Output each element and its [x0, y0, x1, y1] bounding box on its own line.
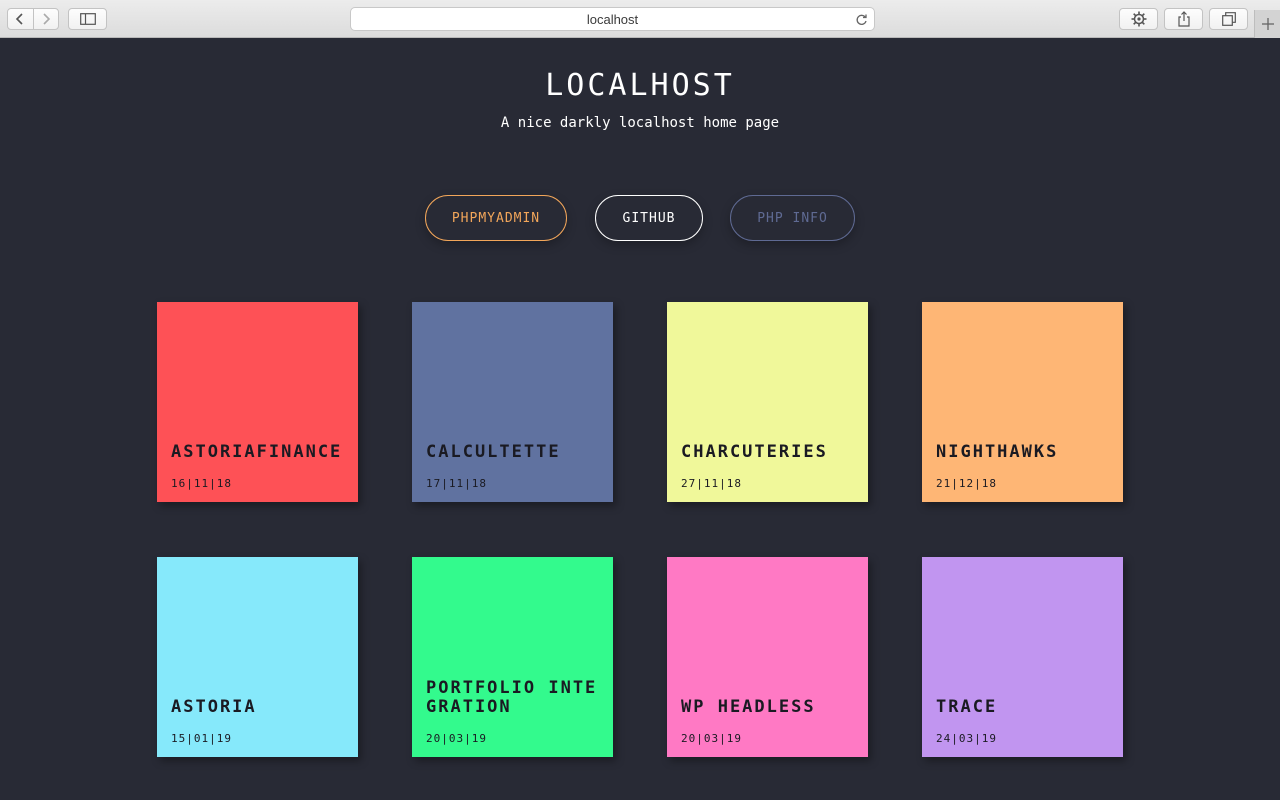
page-subtitle: A nice darkly localhost home page	[500, 115, 780, 131]
project-card-calcultette[interactable]: CALCULTETTE 17|11|18	[412, 302, 613, 502]
nav-buttons	[7, 8, 59, 30]
forward-button[interactable]	[32, 9, 58, 29]
project-date: 24|03|19	[936, 732, 997, 745]
chevron-right-icon	[43, 13, 51, 25]
share-button[interactable]	[1164, 8, 1203, 30]
project-name: PORTFOLIO INTEGRATION	[426, 678, 598, 717]
page-title: LOCALHOST	[545, 68, 735, 103]
project-card-astoriafinance[interactable]: ASTORIAFINANCE 16|11|18	[157, 302, 358, 502]
project-date: 20|03|19	[681, 732, 742, 745]
project-card-portfolio-integration[interactable]: PORTFOLIO INTEGRATION 20|03|19	[412, 557, 613, 757]
project-date: 27|11|18	[681, 477, 742, 490]
new-tab-button[interactable]	[1254, 10, 1280, 38]
sidebar-button[interactable]	[68, 8, 107, 30]
project-date: 20|03|19	[426, 732, 487, 745]
php-info-button[interactable]: PHP INFO	[730, 195, 855, 241]
project-name: CALCULTETTE	[426, 442, 561, 462]
project-name: ASTORIA	[171, 697, 257, 717]
project-card-charcuteries[interactable]: CHARCUTERIES 27|11|18	[667, 302, 868, 502]
project-name: WP HEADLESS	[681, 697, 816, 717]
tabs-icon	[1221, 12, 1236, 26]
project-date: 16|11|18	[171, 477, 232, 490]
project-date: 21|12|18	[936, 477, 997, 490]
share-icon	[1177, 11, 1190, 27]
chevron-left-icon	[16, 13, 24, 25]
extensions-button[interactable]	[1119, 8, 1158, 30]
address-bar[interactable]: localhost	[350, 7, 875, 31]
sidebar-icon	[79, 13, 96, 25]
project-date: 17|11|18	[426, 477, 487, 490]
project-card-astoria[interactable]: ASTORIA 15|01|19	[157, 557, 358, 757]
reload-icon[interactable]	[853, 11, 869, 27]
project-card-wp-headless[interactable]: WP HEADLESS 20|03|19	[667, 557, 868, 757]
github-button[interactable]: GITHUB	[595, 195, 703, 241]
project-card-trace[interactable]: TRACE 24|03|19	[922, 557, 1123, 757]
project-card-nighthawks[interactable]: NIGHTHAWKS 21|12|18	[922, 302, 1123, 502]
project-date: 15|01|19	[171, 732, 232, 745]
project-name: ASTORIAFINANCE	[171, 442, 343, 462]
browser-toolbar: localhost	[0, 0, 1280, 38]
project-name: TRACE	[936, 697, 998, 717]
phpmyadmin-button[interactable]: PHPMYADMIN	[425, 195, 567, 241]
back-button[interactable]	[8, 9, 33, 29]
project-name: CHARCUTERIES	[681, 442, 828, 462]
url-text: localhost	[586, 11, 639, 27]
gear-icon	[1131, 11, 1146, 27]
project-name: NIGHTHAWKS	[936, 442, 1059, 462]
plus-icon	[1261, 18, 1274, 30]
tabs-overview-button[interactable]	[1209, 8, 1248, 30]
